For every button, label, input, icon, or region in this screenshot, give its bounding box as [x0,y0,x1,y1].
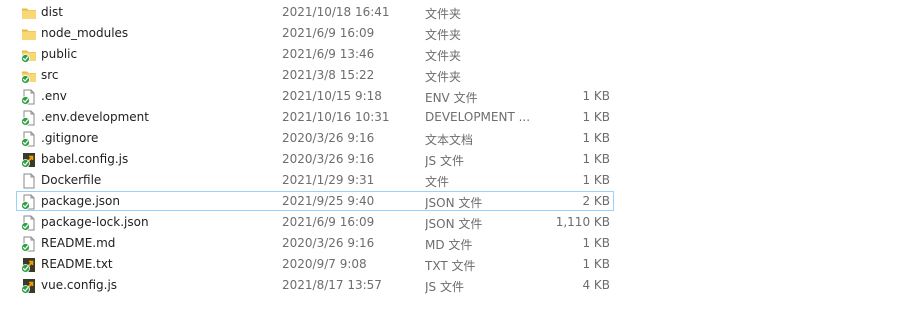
file-type: 文件夹 [425,70,462,84]
file-name: package.json [41,194,121,208]
js-file-synced-icon [21,152,37,168]
file-type: 文件夹 [425,7,462,21]
file-name: node_modules [41,26,129,40]
file-synced-icon [21,110,37,126]
file-name: .gitignore [41,131,99,145]
file-date-modified: 2020/3/26 9:16 [282,152,375,166]
file-type: 文件 [425,175,450,189]
file-row[interactable]: package-lock.json 2021/6/9 16:09 JSON 文件 1,… [16,212,614,232]
file-row[interactable]: .gitignore 2020/3/26 9:16 文本文档 1 KB [16,128,614,148]
file-date-modified: 2021/10/18 16:41 [282,5,390,19]
file-type: JS 文件 [425,154,464,168]
file-date-modified: 2021/9/25 9:40 [282,194,375,208]
file-row[interactable]: README.md 2020/3/26 9:16 MD 文件 1 KB [16,233,614,253]
folder-synced-icon [21,68,37,84]
file-date-modified: 2021/6/9 16:09 [282,26,375,40]
file-type: MD 文件 [425,238,473,252]
file-size: 1,110 KB [555,215,610,229]
file-row[interactable]: node_modules 2021/6/9 16:09 文件夹 [16,23,614,43]
file-type: TXT 文件 [425,259,476,273]
js-file-synced-icon [21,257,37,273]
file-name: public [41,47,78,61]
file-date-modified: 2021/8/17 13:57 [282,278,382,292]
file-date-modified: 2021/1/29 9:31 [282,173,375,187]
file-name: dist [41,5,63,19]
file-row[interactable]: dist 2021/10/18 16:41 文件夹 [16,2,614,22]
file-date-modified: 2021/6/9 13:46 [282,47,375,61]
file-type: 文件夹 [425,49,462,63]
file-type: 文件夹 [425,28,462,42]
file-row[interactable]: vue.config.js 2021/8/17 13:57 JS 文件 4 KB [16,275,614,295]
file-date-modified: 2020/3/26 9:16 [282,131,375,145]
file-type: 文本文档 [425,133,474,147]
file-row[interactable]: public 2021/6/9 13:46 文件夹 [16,44,614,64]
file-type: ENV 文件 [425,91,478,105]
file-type: JSON 文件 [425,217,483,231]
file-name: .env [41,89,67,103]
file-size: 4 KB [582,278,610,292]
folder-icon [21,5,37,21]
file-row[interactable]: Dockerfile 2021/1/29 9:31 文件 1 KB [16,170,614,190]
file-type: JS 文件 [425,280,464,294]
file-size: 1 KB [582,110,610,124]
file-size: 1 KB [582,152,610,166]
file-name: vue.config.js [41,278,118,292]
file-size: 1 KB [582,131,610,145]
file-type: DEVELOPMENT ... [425,110,531,124]
file-name: babel.config.js [41,152,129,166]
file-size: 1 KB [582,236,610,250]
file-size: 1 KB [582,89,610,103]
file-synced-icon [21,194,37,210]
file-row[interactable]: .env.development 2021/10/16 10:31 DEVELOPM… [16,107,614,127]
file-date-modified: 2020/9/7 9:08 [282,257,367,271]
file-icon [21,173,37,189]
file-name: .env.development [41,110,149,124]
file-type: JSON 文件 [425,196,483,210]
folder-icon [21,26,37,42]
file-name: package-lock.json [41,215,149,229]
file-synced-icon [21,236,37,252]
file-name: src [41,68,59,82]
file-synced-icon [21,131,37,147]
file-size: 2 KB [582,194,610,208]
file-date-modified: 2021/10/15 9:18 [282,89,382,103]
file-date-modified: 2021/10/16 10:31 [282,110,390,124]
file-name: README.md [41,236,116,250]
file-size: 1 KB [582,173,610,187]
file-row[interactable]: .env 2021/10/15 9:18 ENV 文件 1 KB [16,86,614,106]
folder-synced-icon [21,47,37,63]
file-date-modified: 2021/3/8 15:22 [282,68,375,82]
file-synced-icon [21,215,37,231]
file-size: 1 KB [582,257,610,271]
file-row[interactable]: src 2021/3/8 15:22 文件夹 [16,65,614,85]
js-file-synced-icon [21,278,37,294]
file-row[interactable]: README.txt 2020/9/7 9:08 TXT 文件 1 KB [16,254,614,274]
file-date-modified: 2021/6/9 16:09 [282,215,375,229]
file-name: Dockerfile [41,173,102,187]
file-synced-icon [21,89,37,105]
file-row[interactable]: package.json 2021/9/25 9:40 JSON 文件 2 KB [16,191,614,211]
file-date-modified: 2020/3/26 9:16 [282,236,375,250]
file-name: README.txt [41,257,113,271]
file-row[interactable]: babel.config.js 2020/3/26 9:16 JS 文件 1 KB [16,149,614,169]
